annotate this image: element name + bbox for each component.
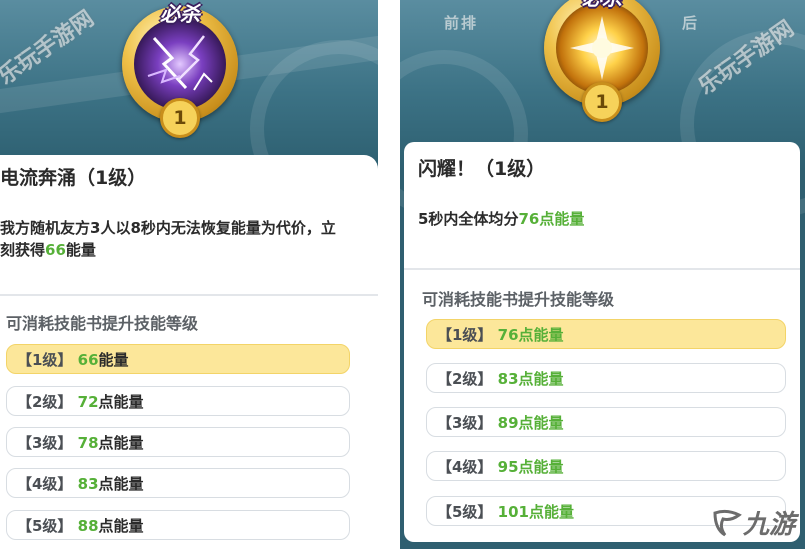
level-row-2: 【2级】 72点能量 — [6, 386, 350, 416]
level-row-1: 【1级】 66能量 — [6, 344, 350, 374]
skill-description: 5秒内全体均分76点能量 — [418, 210, 585, 228]
level-row-3: 【3级】 89点能量 — [426, 407, 786, 437]
tab-back-row[interactable]: 后 — [682, 12, 699, 33]
level-row-1: 【1级】 76点能量 — [426, 319, 786, 349]
divider — [404, 268, 800, 270]
ultimate-tag: 必杀 — [582, 0, 622, 11]
left-skill-panel: 必杀 1 乐玩手游网 电流奔涌（1级） 我方随机友方3人以8秒内无法恢复能量为代… — [0, 0, 378, 549]
level-row-4: 【4级】 83点能量 — [6, 468, 350, 498]
level-row-5: 【5级】 88点能量 — [6, 510, 350, 540]
upgrade-section-label: 可消耗技能书提升技能等级 — [6, 314, 199, 333]
upgrade-section-label: 可消耗技能书提升技能等级 — [422, 290, 615, 309]
flash-icon — [556, 2, 648, 94]
energy-value: 76点能量 — [518, 210, 585, 228]
site-logo: 九游 — [742, 510, 795, 540]
skill-medal: 必杀 1 — [122, 2, 238, 138]
level-row-2: 【2级】 83点能量 — [426, 363, 786, 393]
skill-level-badge: 1 — [160, 98, 200, 138]
skill-description: 我方随机友方3人以8秒内无法恢复能量为代价，立刻获得66能量 — [0, 219, 336, 259]
skill-level-badge: 1 — [582, 82, 622, 122]
skill-info-card: 闪耀！（1级） 5秒内全体均分76点能量 可消耗技能书提升技能等级 【1级】 7… — [404, 142, 800, 542]
ultimate-tag: 必杀 — [160, 2, 200, 26]
skill-info-card: 电流奔涌（1级） 我方随机友方3人以8秒内无法恢复能量为代价，立刻获得66能量 … — [0, 155, 378, 549]
divider — [0, 294, 378, 296]
tab-front-row[interactable]: 前排 — [444, 12, 478, 33]
panel-divider — [378, 0, 400, 549]
level-row-4: 【4级】 95点能量 — [426, 451, 786, 481]
energy-value: 66 — [45, 241, 66, 259]
lightning-icon — [134, 18, 226, 110]
skill-title: 闪耀！（1级） — [418, 158, 546, 180]
skill-title: 电流奔涌（1级） — [0, 167, 147, 189]
level-row-3: 【3级】 78点能量 — [6, 427, 350, 457]
right-skill-panel: 前排 后 必杀 1 乐玩手游网 闪耀！（1级） 5 — [400, 0, 805, 549]
logo-mark-icon — [713, 509, 742, 537]
